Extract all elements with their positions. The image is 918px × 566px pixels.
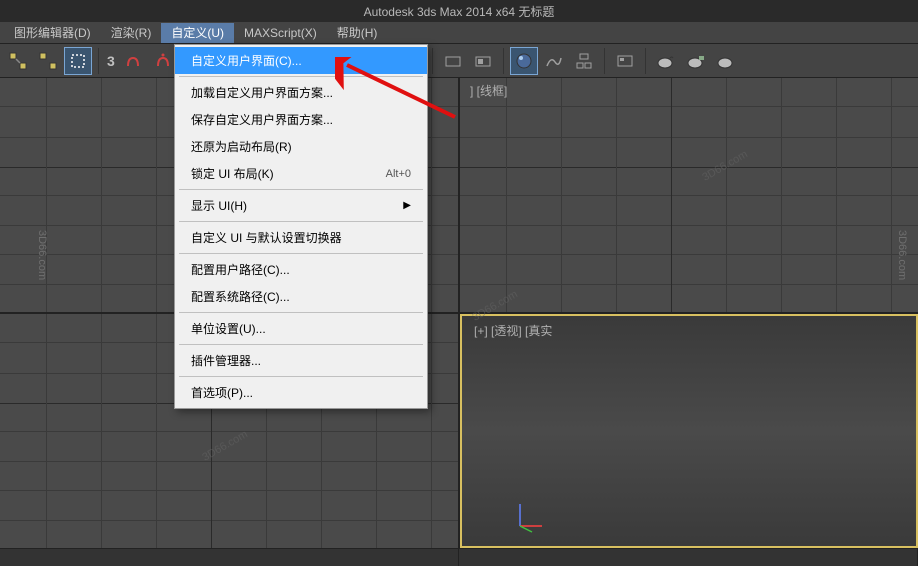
menu-customize[interactable]: 自定义(U) bbox=[161, 23, 234, 43]
status-panel-left bbox=[0, 549, 459, 566]
snap-toggle-icon[interactable] bbox=[119, 47, 147, 75]
dd-separator bbox=[179, 312, 423, 313]
toolbar-separator bbox=[503, 48, 504, 74]
status-bar bbox=[0, 548, 918, 566]
watermark: 3D66.com bbox=[896, 230, 908, 280]
viewport-label-br[interactable]: [+] [透视] [真实 bbox=[474, 322, 552, 339]
dd-restore-startup-layout[interactable]: 还原为启动布局(R) bbox=[175, 133, 427, 160]
unlink-tool-icon[interactable] bbox=[34, 47, 62, 75]
app-title: Autodesk 3ds Max 2014 x64 无标题 bbox=[364, 3, 555, 20]
customize-dropdown-menu: 自定义用户界面(C)... 加载自定义用户界面方案... 保存自定义用户界面方案… bbox=[174, 44, 428, 409]
viewport-area: ] [线框] [+] [透视] [真实 bbox=[0, 78, 918, 548]
render-production-icon[interactable] bbox=[682, 47, 710, 75]
title-bar: Autodesk 3ds Max 2014 x64 无标题 bbox=[0, 0, 918, 22]
angle-snap-icon[interactable] bbox=[149, 47, 177, 75]
dd-ui-default-switcher[interactable]: 自定义 UI 与默认设置切换器 bbox=[175, 224, 427, 251]
dd-separator bbox=[179, 76, 423, 77]
dd-units-setup[interactable]: 单位设置(U)... bbox=[175, 315, 427, 342]
viewport-top-right[interactable]: ] [线框] bbox=[460, 78, 918, 312]
named-selection-icon[interactable] bbox=[439, 47, 467, 75]
dd-separator bbox=[179, 221, 423, 222]
menu-bar: 图形编辑器(D) 渲染(R) 自定义(U) MAXScript(X) 帮助(H) bbox=[0, 22, 918, 44]
select-tool-icon[interactable] bbox=[64, 47, 92, 75]
material-editor-icon[interactable] bbox=[510, 47, 538, 75]
schematic-view-icon[interactable] bbox=[570, 47, 598, 75]
snap-3-label: 3 bbox=[105, 53, 117, 69]
menu-graphics-editor[interactable]: 图形编辑器(D) bbox=[4, 23, 101, 43]
toolbar-separator bbox=[432, 48, 433, 74]
selection-set-icon[interactable] bbox=[469, 47, 497, 75]
render-setup-icon[interactable] bbox=[611, 47, 639, 75]
quick-render-icon[interactable] bbox=[712, 47, 740, 75]
curve-editor-icon[interactable] bbox=[540, 47, 568, 75]
dd-load-ui-scheme[interactable]: 加载自定义用户界面方案... bbox=[175, 79, 427, 106]
toolbar-separator bbox=[645, 48, 646, 74]
dd-separator bbox=[179, 344, 423, 345]
toolbar-separator bbox=[604, 48, 605, 74]
menu-render[interactable]: 渲染(R) bbox=[101, 23, 162, 43]
dd-preferences[interactable]: 首选项(P)... bbox=[175, 379, 427, 406]
menu-maxscript[interactable]: MAXScript(X) bbox=[234, 23, 327, 43]
render-frame-icon[interactable] bbox=[652, 47, 680, 75]
dd-configure-user-paths[interactable]: 配置用户路径(C)... bbox=[175, 256, 427, 283]
status-panel-right bbox=[459, 549, 918, 566]
axis-gizmo-icon bbox=[512, 494, 552, 534]
viewport-perspective[interactable]: [+] [透视] [真实 bbox=[460, 314, 918, 548]
dd-plugin-manager[interactable]: 插件管理器... bbox=[175, 347, 427, 374]
link-tool-icon[interactable] bbox=[4, 47, 32, 75]
watermark: 3D66.com bbox=[36, 230, 48, 280]
menu-help[interactable]: 帮助(H) bbox=[327, 23, 388, 43]
dd-lock-ui-layout[interactable]: 锁定 UI 布局(K)Alt+0 bbox=[175, 160, 427, 187]
dd-configure-system-paths[interactable]: 配置系统路径(C)... bbox=[175, 283, 427, 310]
submenu-arrow-icon: ▶ bbox=[403, 200, 411, 211]
toolbar-separator bbox=[98, 48, 99, 74]
toolbar-right-group bbox=[428, 44, 740, 78]
dd-separator bbox=[179, 253, 423, 254]
dd-customize-ui[interactable]: 自定义用户界面(C)... bbox=[175, 47, 427, 74]
dd-separator bbox=[179, 376, 423, 377]
viewport-label-tr[interactable]: ] [线框] bbox=[470, 82, 507, 99]
dd-show-ui[interactable]: 显示 UI(H)▶ bbox=[175, 192, 427, 219]
dd-save-ui-scheme[interactable]: 保存自定义用户界面方案... bbox=[175, 106, 427, 133]
dd-separator bbox=[179, 189, 423, 190]
